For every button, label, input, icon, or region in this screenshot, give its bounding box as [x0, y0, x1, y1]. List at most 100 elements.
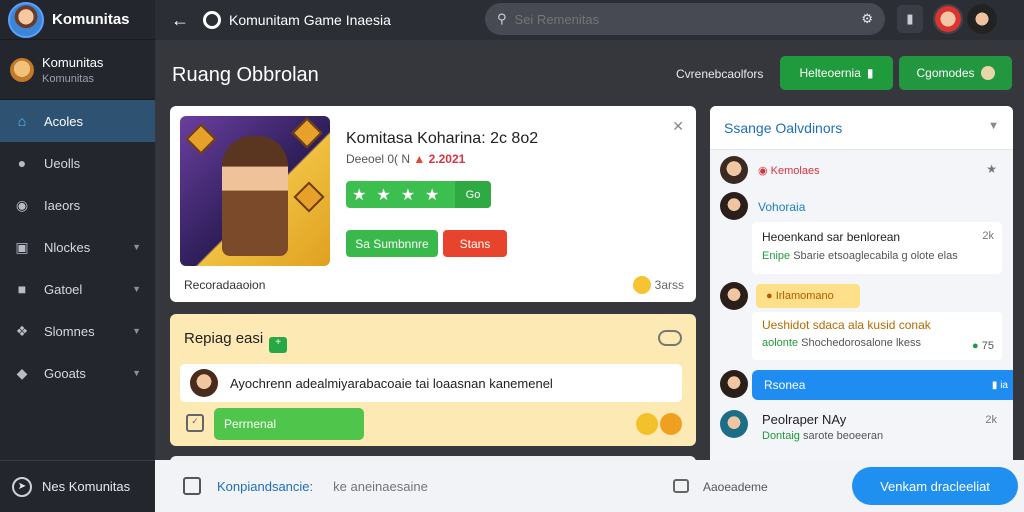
reply-card: Repiag easi + Ayochrenn adealmiyarabacoai…: [170, 314, 696, 446]
profile-subtitle: Komunitas: [42, 72, 94, 85]
search-bar[interactable]: ⚲ ⚙: [485, 3, 885, 35]
message-input[interactable]: [333, 478, 634, 494]
avatar-icon: ●: [17, 155, 27, 171]
topbar-title: Komunitam Game Inaesia: [229, 12, 391, 28]
sidebar-item-acoles[interactable]: ⌂ Acoles: [0, 100, 155, 142]
user-avatar[interactable]: [967, 4, 997, 34]
reply-input[interactable]: Perrnenal: [214, 408, 364, 440]
star-icon[interactable]: ★: [986, 162, 997, 176]
message-row[interactable]: Ayochrenn adealmiyarabacoaie tai loaasna…: [180, 364, 682, 402]
search-icon: ⚲: [497, 11, 507, 26]
sidebar-item-label: Gatoel: [44, 281, 83, 297]
rating-count: Go: [455, 181, 491, 208]
game-card: Komitasa Koharina: 2c 8o2 Deeoel 0( N ▲ …: [170, 106, 696, 302]
message-text: Ueshidot sdaca ala kusid conak: [762, 318, 931, 332]
avatar: [720, 192, 748, 220]
game-hero-figure: [222, 136, 288, 256]
stats-button[interactable]: Stans: [443, 230, 507, 257]
game-subtitle-highlight: 2.2021: [428, 152, 466, 166]
sidebar-footer-label: Nes Komunitas: [42, 479, 131, 494]
star-icon: ★: [376, 186, 391, 204]
panel-title: Ssange Oalvdinors: [724, 119, 843, 136]
bottom-label[interactable]: Aaoeademe: [703, 480, 768, 494]
sidebar-item-nlockes[interactable]: ▣ Nlockes ▼: [0, 226, 155, 268]
highlight-tag: ● Irlamomano: [756, 284, 860, 308]
chat-icon[interactable]: [673, 479, 689, 493]
reaction-count[interactable]: 3arss: [632, 276, 684, 294]
button-label: Cgomodes: [916, 66, 975, 80]
sidebar-item-label: Ueolls: [44, 155, 81, 171]
search-input[interactable]: [514, 11, 835, 27]
attach-icon[interactable]: ✓: [186, 414, 204, 432]
bubble-icon: ◉: [15, 196, 29, 213]
profile-card[interactable]: Komunitas Komunitas: [0, 40, 155, 100]
reply-title: Repiag easi +: [184, 330, 288, 353]
header-action-button-1[interactable]: Helteoernia ▮: [780, 56, 893, 90]
chevron-down-icon[interactable]: ▼: [988, 120, 999, 132]
close-icon[interactable]: ✕: [672, 118, 684, 135]
panel-header[interactable]: Ssange Oalvdinors ▼: [710, 106, 1013, 150]
reaction-count-label: 3arss: [654, 278, 684, 292]
message-text: Heoenkand sar benlorean: [762, 230, 901, 244]
chevron-down-icon: ▼: [132, 242, 141, 252]
game-title: Komitasa Koharina: 2c 8o2: [346, 130, 539, 147]
brand[interactable]: Komunitas: [0, 0, 155, 40]
sidebar-item-label: Nlockes: [44, 239, 91, 255]
user-dot-icon: [980, 66, 995, 80]
sidebar-item-ueolls[interactable]: ● Ueolls: [0, 142, 155, 184]
rating-stars[interactable]: ★ ★ ★ ★ Go: [346, 181, 491, 208]
game-thumbnail[interactable]: [180, 116, 330, 266]
lock-icon: ■: [17, 281, 27, 297]
message-sub: aolonte Shochedorosalone lkess: [762, 337, 922, 349]
list-item-label: ◉ Kemolaes: [758, 165, 820, 177]
avatar: [720, 410, 748, 438]
sidebar-item-label: Gooats: [44, 365, 86, 381]
page-title: Ruang Obbrolan: [172, 64, 319, 86]
message-count: ● 75: [972, 340, 994, 352]
brand-avatar: [8, 1, 44, 38]
list-item-sub: Dontaig sarote beoeeran: [762, 430, 884, 442]
square-icon[interactable]: [183, 477, 201, 495]
sidebar-footer-link[interactable]: ➤ Nes Komunitas: [0, 460, 155, 512]
back-arrow-icon[interactable]: ←: [171, 10, 189, 31]
settings-icon[interactable]: ⚙: [861, 11, 873, 27]
message-bubble[interactable]: Ueshidot sdaca ala kusid conak aolonte S…: [752, 312, 1002, 360]
plus-badge[interactable]: +: [269, 337, 288, 353]
sidebar-item-iaeors[interactable]: ◉ Iaeors: [0, 184, 155, 226]
message-text: Ayochrenn adealmiyarabacoaie tai loaasna…: [230, 375, 553, 391]
avatar: [190, 369, 218, 397]
avatar: [720, 156, 748, 184]
star-icon: ★: [400, 186, 416, 204]
selected-row[interactable]: Rsonea ▮ ia: [752, 370, 1013, 400]
message-sub: Enipe Sbarie etsoaglecabila g olote elas: [762, 250, 958, 262]
list-item-title: Peolraper NAy: [762, 412, 847, 427]
notification-icon[interactable]: ▮: [897, 5, 923, 33]
bottom-bar: Konpiandsancie: Aaoeademe Venkam draclee…: [155, 460, 1024, 512]
brand-name: Komunitas: [52, 11, 130, 28]
sidebar-item-slomnes[interactable]: ❖ Slomnes ▼: [0, 310, 155, 352]
list-item-label: Vohoraia: [758, 200, 806, 214]
gem-icon: [185, 123, 217, 155]
gem-icon: [291, 117, 323, 149]
emoji-icon: [636, 413, 658, 435]
user-avatar[interactable]: [933, 4, 963, 34]
emoji-icon: [660, 413, 682, 435]
sidebar-item-gooats[interactable]: ◆ Gooats ▼: [0, 352, 155, 394]
emoji-picker[interactable]: [636, 413, 682, 435]
topbar: ← Komunitam Game Inaesia ⚲ ⚙ ▮: [155, 0, 1024, 40]
sidebar-item-label: Acoles: [44, 113, 84, 129]
compose-link[interactable]: Konpiandsancie:: [217, 479, 313, 494]
subscribe-button[interactable]: Sa Sumbnnre: [346, 230, 438, 257]
gem-icon: [293, 181, 325, 213]
send-button[interactable]: Venkam dracleeliat: [852, 467, 1018, 505]
sidebar-item-label: Slomnes: [44, 323, 95, 339]
game-subtitle: Deeoel 0( N ▲ 2.2021: [346, 152, 465, 166]
chevron-down-icon: ▼: [132, 284, 141, 294]
header-action-button-2[interactable]: Cgomodes: [899, 56, 1012, 90]
sidebar-item-gatoel[interactable]: ■ Gatoel ▼: [0, 268, 155, 310]
button-label: Helteoernia: [799, 66, 861, 80]
message-bubble[interactable]: Heoenkand sar benlorean Enipe Sbarie ets…: [752, 222, 1002, 274]
header-link[interactable]: Cvrenebcaolfors: [676, 67, 763, 81]
home-icon: ⌂: [17, 113, 27, 129]
toggle-switch[interactable]: [658, 330, 682, 346]
